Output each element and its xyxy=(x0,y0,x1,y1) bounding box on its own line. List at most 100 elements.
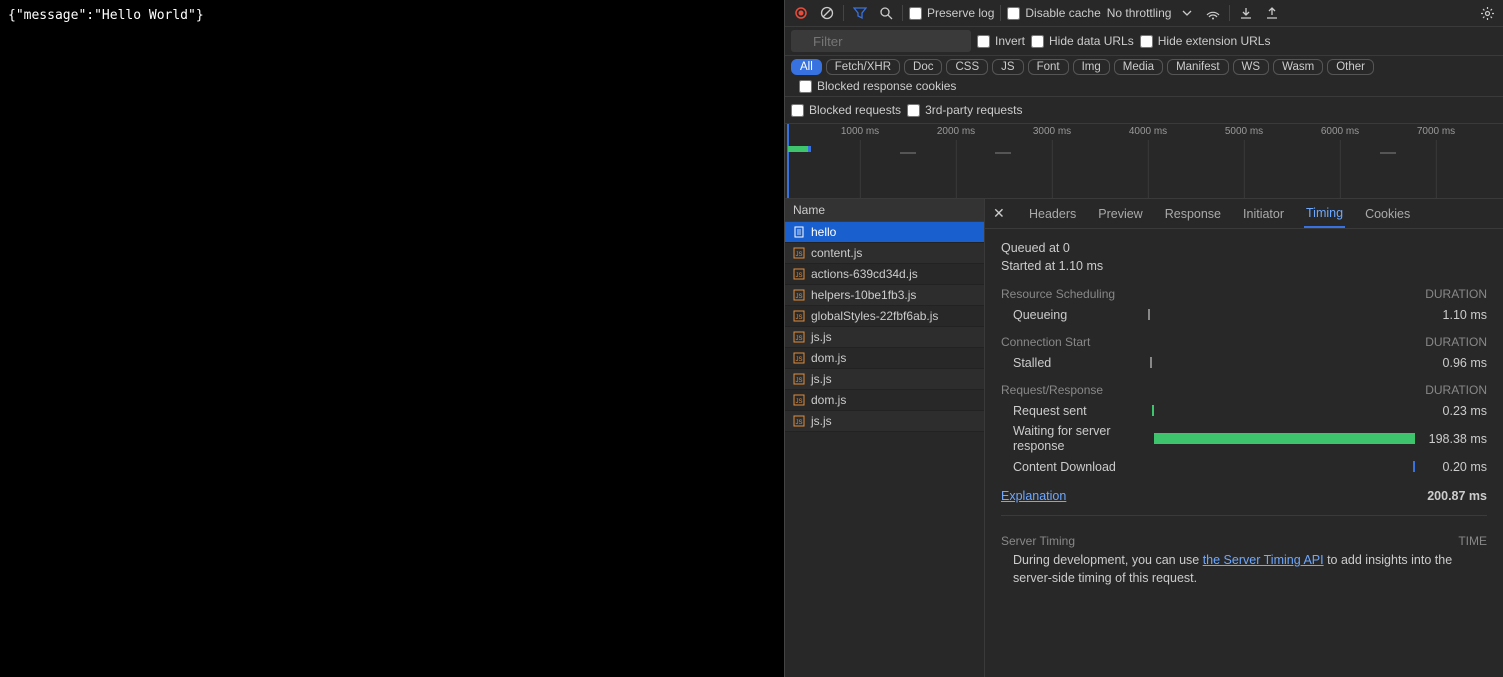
request-name: dom.js xyxy=(811,393,846,407)
request-row[interactable]: JSdom.js xyxy=(785,390,984,411)
filter-chip-font[interactable]: Font xyxy=(1028,59,1069,75)
timeline-tick: 4000 ms xyxy=(1129,126,1167,137)
filter-toggle-icon[interactable] xyxy=(850,3,870,23)
filter-chip-manifest[interactable]: Manifest xyxy=(1167,59,1228,75)
filter-chip-img[interactable]: Img xyxy=(1073,59,1110,75)
third-party-checkbox[interactable]: 3rd-party requests xyxy=(907,103,1022,117)
divider xyxy=(843,5,844,21)
queueing-row: Queueing 1.10 ms xyxy=(1001,305,1487,325)
divider xyxy=(1229,5,1230,21)
tab-cookies[interactable]: Cookies xyxy=(1363,201,1412,227)
hide-ext-urls-label: Hide extension URLs xyxy=(1158,34,1271,48)
filter-input[interactable] xyxy=(791,30,971,52)
waiting-row: Waiting for server response 198.38 ms xyxy=(1001,421,1487,457)
list-header-name[interactable]: Name xyxy=(785,199,984,222)
divider xyxy=(1000,5,1001,21)
request-row[interactable]: JS content.js xyxy=(785,243,984,264)
settings-icon[interactable] xyxy=(1477,3,1497,23)
filter-chip-all[interactable]: All xyxy=(791,59,822,75)
svg-text:JS: JS xyxy=(795,252,802,258)
request-row[interactable]: JSglobalStyles-22fbf6ab.js xyxy=(785,306,984,327)
filter-chip-doc[interactable]: Doc xyxy=(904,59,942,75)
request-name: hello xyxy=(811,225,836,239)
blocked-cookies-label: Blocked response cookies xyxy=(817,79,956,93)
timeline-bar-green xyxy=(788,146,808,152)
network-conditions-icon[interactable] xyxy=(1203,3,1223,23)
timeline-tick: 5000 ms xyxy=(1225,126,1263,137)
timing-panel: Queued at 0 Started at 1.10 ms Resource … xyxy=(985,229,1503,677)
filter-chip-css[interactable]: CSS xyxy=(946,59,988,75)
network-timeline[interactable]: 1000 ms2000 ms3000 ms4000 ms5000 ms6000 … xyxy=(785,124,1503,199)
request-name: content.js xyxy=(811,246,862,260)
svg-text:JS: JS xyxy=(795,315,802,321)
chevron-down-icon[interactable] xyxy=(1177,3,1197,23)
timeline-tick: 6000 ms xyxy=(1321,126,1359,137)
preserve-log-checkbox[interactable]: Preserve log xyxy=(909,6,994,20)
filter-chip-js[interactable]: JS xyxy=(992,59,1023,75)
request-row[interactable]: JS dom.js xyxy=(785,348,984,369)
network-toolbar: Preserve log Disable cache No throttling xyxy=(785,0,1503,27)
document-icon xyxy=(793,226,805,238)
blocked-cookies-checkbox[interactable]: Blocked response cookies xyxy=(799,79,956,93)
throttling-select[interactable]: No throttling xyxy=(1107,6,1172,20)
blocked-requests-checkbox[interactable]: Blocked requests xyxy=(791,103,901,117)
request-name: js.js xyxy=(811,372,832,386)
filter-chip-fetchxhr[interactable]: Fetch/XHR xyxy=(826,59,900,75)
timeline-tick: 7000 ms xyxy=(1417,126,1455,137)
download-value: 0.20 ms xyxy=(1415,460,1487,474)
request-row[interactable]: JShelpers-10be1fb3.js xyxy=(785,285,984,306)
explanation-link[interactable]: Explanation xyxy=(1001,489,1066,503)
svg-text:JS: JS xyxy=(795,336,802,342)
page-json-content: {"message":"Hello World"} xyxy=(8,8,204,23)
invert-checkbox[interactable]: Invert xyxy=(977,34,1025,48)
filter-chip-wasm[interactable]: Wasm xyxy=(1273,59,1323,75)
type-filter-bar: AllFetch/XHRDocCSSJS FontImgMediaManifest… xyxy=(785,56,1503,97)
record-icon[interactable] xyxy=(791,3,811,23)
disable-cache-checkbox[interactable]: Disable cache xyxy=(1007,6,1100,20)
request-row[interactable]: hello xyxy=(785,222,984,243)
request-name: actions-639cd34d.js xyxy=(811,267,918,281)
request-sent-value: 0.23 ms xyxy=(1415,404,1487,418)
tab-preview[interactable]: Preview xyxy=(1096,201,1144,227)
js-file-icon: JS xyxy=(793,352,805,364)
js-file-icon: JS xyxy=(793,373,805,385)
hide-data-urls-checkbox[interactable]: Hide data URLs xyxy=(1031,34,1134,48)
tab-initiator[interactable]: Initiator xyxy=(1241,201,1286,227)
request-row[interactable]: JSjs.js xyxy=(785,327,984,348)
export-har-icon[interactable] xyxy=(1262,3,1282,23)
request-sent-row: Request sent 0.23 ms xyxy=(1001,401,1487,421)
hide-data-urls-label: Hide data URLs xyxy=(1049,34,1134,48)
tab-headers[interactable]: Headers xyxy=(1027,201,1078,227)
server-timing-api-link[interactable]: the Server Timing API xyxy=(1203,553,1324,567)
started-at: Started at 1.10 ms xyxy=(1001,259,1487,273)
timeline-tick-bar xyxy=(1380,152,1396,154)
filter-chip-ws[interactable]: WS xyxy=(1233,59,1270,75)
tab-response[interactable]: Response xyxy=(1163,201,1223,227)
duration-header: DURATION xyxy=(1425,335,1487,349)
svg-text:JS: JS xyxy=(795,273,802,279)
import-har-icon[interactable] xyxy=(1236,3,1256,23)
js-file-icon: JS xyxy=(793,289,805,301)
request-name: dom.js xyxy=(811,351,846,365)
download-row: Content Download 0.20 ms xyxy=(1001,457,1487,477)
third-party-label: 3rd-party requests xyxy=(925,103,1022,117)
filter-chip-other[interactable]: Other xyxy=(1327,59,1374,75)
divider xyxy=(902,5,903,21)
filter-chip-media[interactable]: Media xyxy=(1114,59,1163,75)
request-list: Name hello JS content.js JS actions-639cd34d… xyxy=(785,199,985,677)
time-header: TIME xyxy=(1458,534,1487,548)
request-row[interactable]: JS actions-639cd34d.js xyxy=(785,264,984,285)
request-sent-label: Request sent xyxy=(1013,404,1148,418)
clear-icon[interactable] xyxy=(817,3,837,23)
timeline-start-marker xyxy=(787,124,789,198)
request-row[interactable]: JSjs.js xyxy=(785,411,984,432)
search-icon[interactable] xyxy=(876,3,896,23)
request-row[interactable]: JS js.js xyxy=(785,369,984,390)
timeline-tick-bar xyxy=(900,152,916,154)
close-icon[interactable]: ✕ xyxy=(993,205,1009,222)
tab-timing[interactable]: Timing xyxy=(1304,200,1345,228)
hide-extension-urls-checkbox[interactable]: Hide extension URLs xyxy=(1140,34,1271,48)
timeline-tick: 1000 ms xyxy=(841,126,879,137)
waiting-label: Waiting for server response xyxy=(1013,424,1148,454)
svg-text:JS: JS xyxy=(795,420,802,426)
